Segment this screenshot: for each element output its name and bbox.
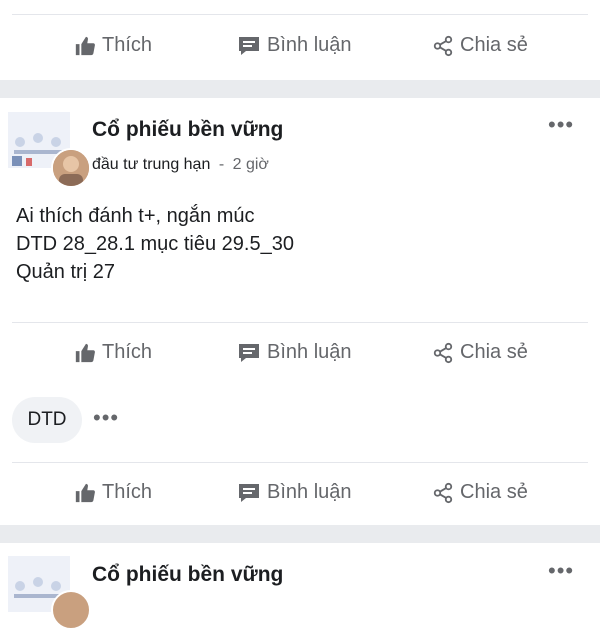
like-button[interactable]: Thích [74, 481, 152, 504]
like-button[interactable]: Thích [74, 34, 152, 57]
divider [12, 462, 588, 463]
share-label: Chia sẻ [460, 34, 528, 56]
share-icon [433, 482, 453, 503]
like-label: Thích [102, 341, 153, 363]
group-name[interactable]: Cổ phiếu bền vững [92, 563, 283, 587]
feed-separator [0, 80, 600, 98]
share-button[interactable]: Chia sẻ [432, 481, 528, 504]
share-label: Chia sẻ [460, 481, 528, 503]
meta-separator: - [218, 156, 225, 173]
comment-label: Bình luận [267, 341, 352, 363]
like-button[interactable]: Thích [74, 341, 152, 364]
post-meta: đầu tư trung hạn - 2 giờ [92, 156, 269, 174]
post-text: Ai thích đánh t+, ngắn múc DTD 28_28.1 m… [16, 205, 294, 283]
post-time[interactable]: 2 giờ [233, 156, 269, 173]
comment-label: Bình luận [267, 481, 352, 503]
share-button[interactable]: Chia sẻ [432, 341, 528, 364]
thumbs-up-icon [75, 36, 95, 55]
more-options-icon[interactable]: ••• [93, 405, 119, 431]
author-name[interactable]: đầu tư trung hạn [92, 156, 210, 173]
divider [12, 14, 588, 15]
comment-icon [239, 483, 259, 502]
like-label: Thích [102, 34, 153, 56]
share-icon [433, 342, 453, 363]
comment-button[interactable]: Bình luận [237, 481, 352, 504]
share-button[interactable]: Chia sẻ [432, 34, 528, 57]
comment-icon [239, 36, 259, 55]
author-avatar[interactable] [51, 148, 91, 188]
thumbs-up-icon [75, 483, 95, 502]
ticker-tag[interactable]: DTD [12, 397, 82, 443]
comment-icon [239, 343, 259, 362]
share-icon [433, 35, 453, 56]
group-name[interactable]: Cổ phiếu bền vững [92, 118, 283, 142]
divider [12, 322, 588, 323]
feed-separator [0, 525, 600, 543]
more-options-icon[interactable]: ••• [548, 558, 574, 584]
share-label: Chia sẻ [460, 341, 528, 363]
thumbs-up-icon [75, 343, 95, 362]
like-label: Thích [102, 481, 153, 503]
author-avatar[interactable] [51, 590, 91, 630]
comment-button[interactable]: Bình luận [237, 34, 352, 57]
comment-button[interactable]: Bình luận [237, 341, 352, 364]
more-options-icon[interactable]: ••• [548, 112, 574, 138]
comment-label: Bình luận [267, 34, 352, 56]
